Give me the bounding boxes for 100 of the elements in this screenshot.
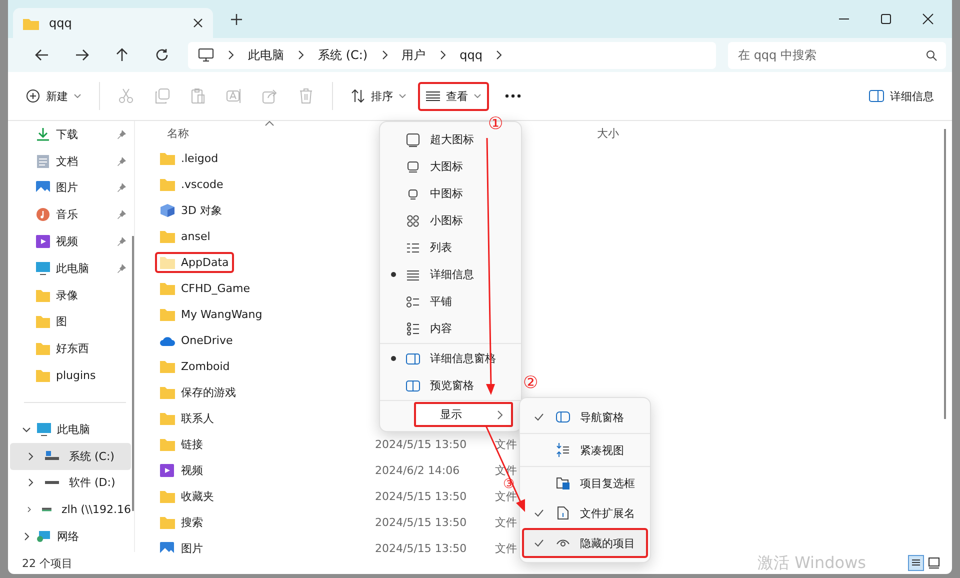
file-name[interactable]: AppData — [155, 252, 234, 272]
new-tab-icon[interactable] — [231, 14, 242, 24]
file-name[interactable]: 收藏夹 — [155, 484, 219, 508]
download-icon — [36, 128, 50, 141]
details-view-icon — [406, 268, 420, 282]
file-name[interactable]: My WangWang — [155, 304, 268, 324]
scrollbar[interactable] — [944, 129, 946, 419]
breadcrumb-item[interactable]: qqq — [460, 48, 482, 62]
details-view-icon[interactable] — [908, 555, 924, 571]
file-name[interactable]: 保存的游戏 — [155, 380, 241, 404]
tiles-view-icon[interactable] — [926, 555, 942, 571]
sidebar-item[interactable]: 下载 — [10, 121, 134, 148]
file-name[interactable]: ansel — [155, 226, 216, 246]
file-name[interactable]: 链接 — [155, 432, 208, 456]
extension-icon — [556, 506, 570, 520]
file-name[interactable]: 3D 对象 — [155, 198, 227, 222]
menu-item[interactable]: 小图标 — [380, 207, 501, 234]
file-name[interactable]: .leigod — [155, 148, 224, 168]
sidebar-item[interactable]: 图片 — [10, 174, 134, 202]
breadcrumb-item[interactable]: 此电脑 — [248, 46, 284, 64]
menu-item[interactable]: 紧凑视图 — [522, 435, 648, 465]
folder-tab[interactable]: qqq — [13, 8, 213, 38]
lg-view-icon — [406, 160, 420, 174]
menu-item[interactable]: 文件扩展名 — [522, 498, 648, 528]
sidebar-item[interactable]: 图 — [10, 308, 134, 336]
file-name[interactable]: 联系人 — [155, 406, 219, 430]
file-name[interactable]: OneDrive — [155, 330, 238, 350]
checkbox-icon — [556, 476, 570, 490]
address-bar[interactable]: 此电脑 系统 (C:) 用户 qqq — [188, 42, 716, 68]
menu-item[interactable]: 大图标 — [380, 153, 501, 180]
breadcrumb-item[interactable]: 用户 — [402, 46, 426, 64]
view-button[interactable]: 查看 — [418, 82, 489, 110]
tree-item[interactable]: 系统 (C:) — [10, 442, 131, 470]
type-cell: 文件 — [495, 462, 517, 478]
more-icon[interactable] — [505, 94, 521, 98]
chevron-icon — [26, 452, 35, 461]
breadcrumb-item[interactable]: 系统 (C:) — [318, 46, 368, 64]
folder-icon — [160, 386, 175, 398]
picture-icon — [36, 181, 50, 194]
sidebar-item[interactable]: 此电脑 — [10, 254, 134, 282]
file-name[interactable]: Zomboid — [155, 356, 235, 376]
sidebar-item[interactable]: 视频 — [10, 228, 134, 255]
refresh-icon[interactable] — [155, 48, 169, 62]
file-name[interactable]: .vscode — [155, 174, 228, 194]
tree-item[interactable]: zlh (\\192.16 — [10, 496, 131, 524]
tree-item[interactable]: 此电脑 — [10, 416, 131, 443]
show-menu-item[interactable]: 显示 — [414, 402, 513, 427]
detailspane-view-icon — [406, 352, 420, 366]
caret-icon — [399, 94, 406, 98]
folder-icon — [36, 288, 50, 302]
menu-item[interactable]: 列表 — [380, 234, 501, 261]
network-icon — [37, 530, 51, 544]
step-number: ① — [488, 114, 504, 134]
tree-item[interactable]: 软件 (D:) — [10, 470, 131, 496]
tree-item[interactable]: 网络 — [10, 523, 131, 550]
menu-item[interactable]: 项目复选框 — [522, 468, 648, 498]
menu-item[interactable]: 内容 — [380, 315, 501, 342]
date-cell-text: 2024/5/15 13:50 — [375, 490, 468, 502]
menu-item[interactable]: 隐藏的项目 — [522, 528, 648, 558]
music-icon — [36, 208, 50, 222]
details-button[interactable]: 详细信息 — [861, 82, 942, 110]
search-field[interactable]: 在 qqq 中搜索 — [728, 42, 946, 68]
close-icon[interactable] — [193, 18, 203, 28]
sidebar-item[interactable]: 录像 — [10, 282, 134, 309]
caret-icon — [74, 94, 81, 98]
close-icon[interactable] — [922, 13, 934, 25]
sidebar-item[interactable]: 音乐 — [10, 201, 134, 228]
sidebar-item[interactable]: plugins — [10, 362, 134, 389]
date-cell-text: 2024/5/15 13:50 — [375, 438, 468, 450]
picture-icon — [160, 542, 175, 554]
menu-item[interactable]: 详细信息 — [380, 261, 501, 288]
chevron-icon — [26, 505, 32, 514]
sidebar-item[interactable]: 文档 — [10, 148, 134, 175]
file-name[interactable]: 图片 — [155, 536, 208, 560]
back-icon[interactable] — [35, 48, 49, 62]
document-icon — [36, 154, 50, 168]
chevron-icon — [228, 50, 234, 60]
file-name[interactable]: 搜索 — [155, 510, 208, 534]
sidebar-item[interactable]: 好东西 — [10, 335, 134, 362]
up-icon[interactable] — [115, 48, 129, 62]
list-lines-icon — [426, 91, 440, 101]
new-button[interactable]: 新建 — [18, 82, 89, 110]
maximize-icon[interactable] — [880, 13, 892, 25]
file-name[interactable]: 视频 — [155, 458, 208, 482]
menu-item[interactable]: 预览窗格 — [380, 372, 501, 399]
item-count: 22 个项目 — [22, 556, 72, 570]
file-name[interactable]: CFHD_Game — [155, 278, 255, 298]
monitor-icon — [198, 48, 214, 62]
sort-button[interactable]: 排序 — [343, 82, 414, 110]
column-header[interactable]: 大小 — [597, 126, 619, 140]
scrollbar[interactable] — [132, 236, 134, 511]
folder-icon — [160, 256, 175, 268]
xl-view-icon — [406, 132, 420, 146]
pane-icon — [869, 90, 884, 102]
forward-icon[interactable] — [75, 48, 89, 62]
column-header[interactable]: 名称 — [167, 126, 189, 140]
chevron-icon — [382, 50, 388, 60]
menu-item[interactable]: 平铺 — [380, 288, 501, 315]
menu-item[interactable]: 中图标 — [380, 180, 501, 207]
menu-item[interactable]: 导航窗格 — [522, 402, 648, 432]
